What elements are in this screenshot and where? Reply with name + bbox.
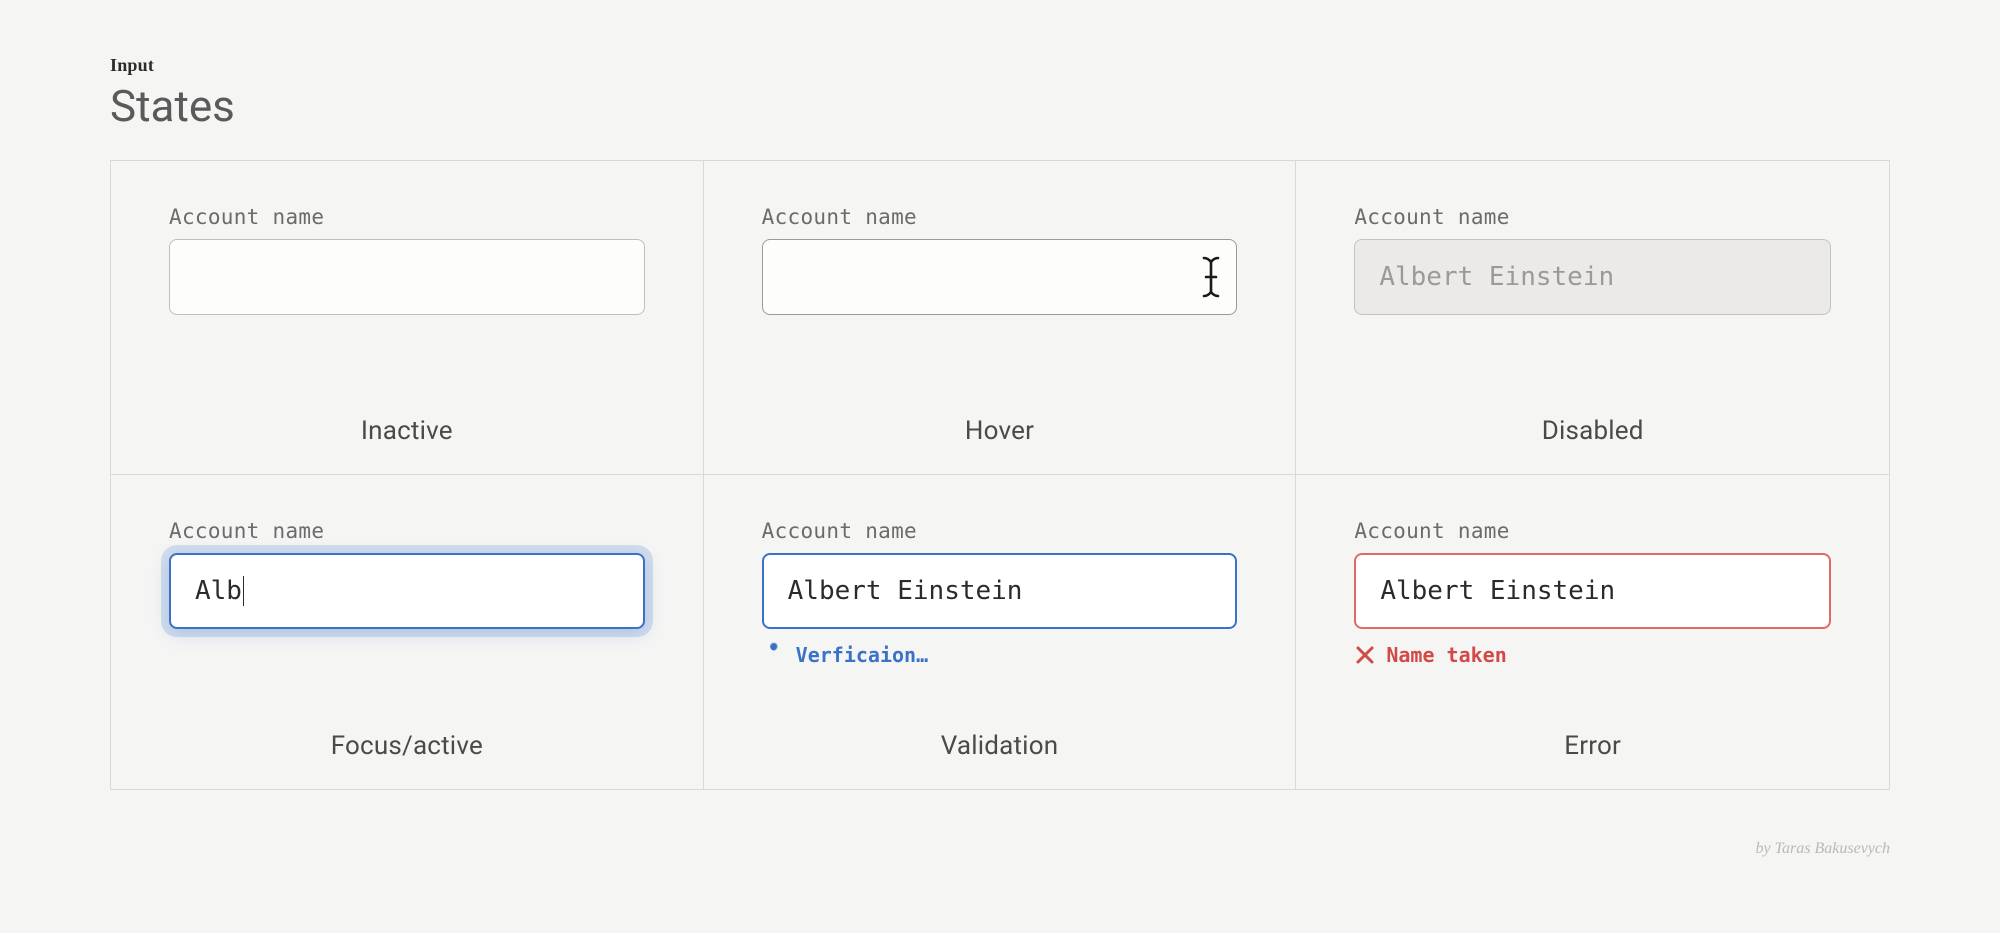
state-name-label: Disabled	[1354, 416, 1831, 446]
text-cursor-icon	[1200, 255, 1222, 299]
state-name-label: Error	[1354, 731, 1831, 761]
section-title: States	[110, 80, 1890, 132]
states-grid: Account name Inactive Account name Hover	[110, 160, 1890, 790]
input-label: Account name	[1354, 519, 1831, 543]
state-cell-error: Account name Albert Einstein Name taken …	[1296, 475, 1889, 789]
state-name-label: Validation	[762, 731, 1238, 761]
state-cell-focus: Account name Alb Focus/active	[111, 475, 704, 789]
account-name-input-inactive[interactable]	[169, 239, 645, 315]
validation-message-text: Verficaion…	[796, 643, 928, 667]
account-name-input-error[interactable]: Albert Einstein	[1354, 553, 1831, 629]
input-label: Account name	[762, 205, 1238, 229]
state-name-label: Focus/active	[169, 731, 645, 761]
account-name-input-hover[interactable]	[762, 239, 1238, 315]
state-cell-inactive: Account name Inactive	[111, 161, 704, 475]
state-cell-hover: Account name Hover	[704, 161, 1297, 475]
validation-message: Verficaion…	[762, 643, 1238, 667]
input-label: Account name	[169, 205, 645, 229]
state-cell-validation: Account name Albert Einstein	[704, 475, 1297, 789]
input-label: Account name	[762, 519, 1238, 543]
credit-footer: by Taras Bakusevych	[1756, 840, 1891, 858]
state-name-label: Inactive	[169, 416, 645, 446]
state-name-label: Hover	[762, 416, 1238, 446]
input-value: Alb	[195, 576, 242, 606]
account-name-input-focus[interactable]: Alb	[169, 553, 645, 629]
account-name-input-validation[interactable]: Albert Einstein	[762, 553, 1238, 629]
error-message-text: Name taken	[1386, 643, 1506, 667]
error-message: Name taken	[1354, 643, 1831, 667]
error-x-icon	[1354, 644, 1376, 666]
section-eyebrow: Input	[110, 55, 1890, 76]
text-caret	[243, 576, 245, 606]
account-name-input-disabled: Albert Einstein	[1354, 239, 1831, 315]
spinner-icon	[762, 643, 786, 667]
input-label: Account name	[169, 519, 645, 543]
input-label: Account name	[1354, 205, 1831, 229]
state-cell-disabled: Account name Albert Einstein Disabled	[1296, 161, 1889, 475]
